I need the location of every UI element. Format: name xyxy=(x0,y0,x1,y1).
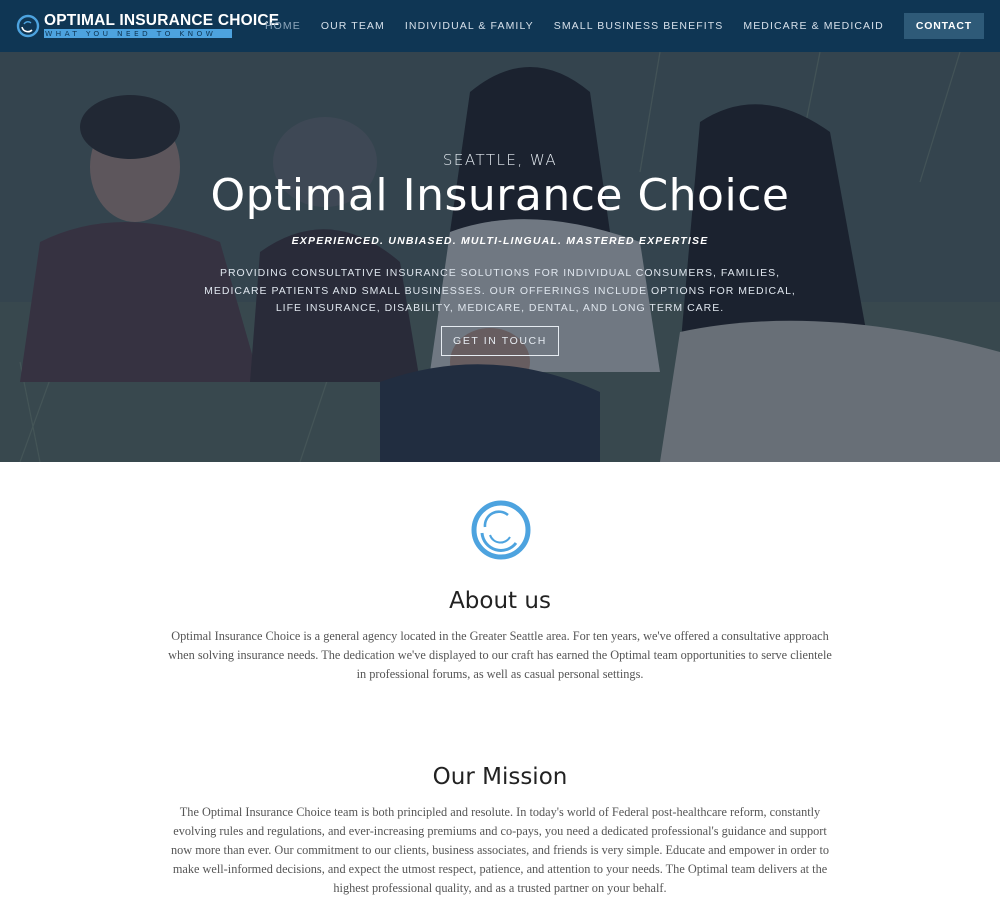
nav-medicare-medicaid[interactable]: MEDICARE & MEDICAID xyxy=(743,20,884,32)
nav-small-business-benefits[interactable]: SMALL BUSINESS BENEFITS xyxy=(554,20,724,32)
mission-title: Our Mission xyxy=(432,764,568,790)
swirl-logo-icon xyxy=(16,14,40,37)
nav-our-team[interactable]: OUR TEAM xyxy=(321,20,385,32)
get-in-touch-button[interactable]: GET IN TOUCH xyxy=(441,326,559,356)
hero-location: SEATTLE, WA xyxy=(442,151,558,169)
contact-button[interactable]: CONTACT xyxy=(903,13,984,39)
about-text: Optimal Insurance Choice is a general ag… xyxy=(168,629,832,681)
logo-tagline: WHAT YOU NEED TO KNOW xyxy=(44,29,232,38)
hero-section: SEATTLE, WA Optimal Insurance Choice EXP… xyxy=(0,52,1000,462)
site-header: OPTIMAL INSURANCE CHOICE WHAT YOU NEED T… xyxy=(0,0,1000,52)
hero-description: PROVIDING CONSULTATIVE INSURANCE SOLUTIO… xyxy=(204,267,796,314)
nav-home[interactable]: HOME xyxy=(265,20,301,32)
swirl-emblem-icon xyxy=(471,500,531,560)
nav-individual-family[interactable]: INDIVIDUAL & FAMILY xyxy=(405,20,534,32)
about-title: About us xyxy=(449,588,551,614)
site-logo[interactable]: OPTIMAL INSURANCE CHOICE WHAT YOU NEED T… xyxy=(16,13,279,38)
hero-title: Optimal Insurance Choice xyxy=(210,170,790,221)
hero-subtitle: EXPERIENCED. UNBIASED. MULTI-LINGUAL. MA… xyxy=(291,235,709,247)
main-nav: HOME OUR TEAM INDIVIDUAL & FAMILY SMALL … xyxy=(245,0,984,52)
mission-text: The Optimal Insurance Choice team is bot… xyxy=(170,805,830,895)
